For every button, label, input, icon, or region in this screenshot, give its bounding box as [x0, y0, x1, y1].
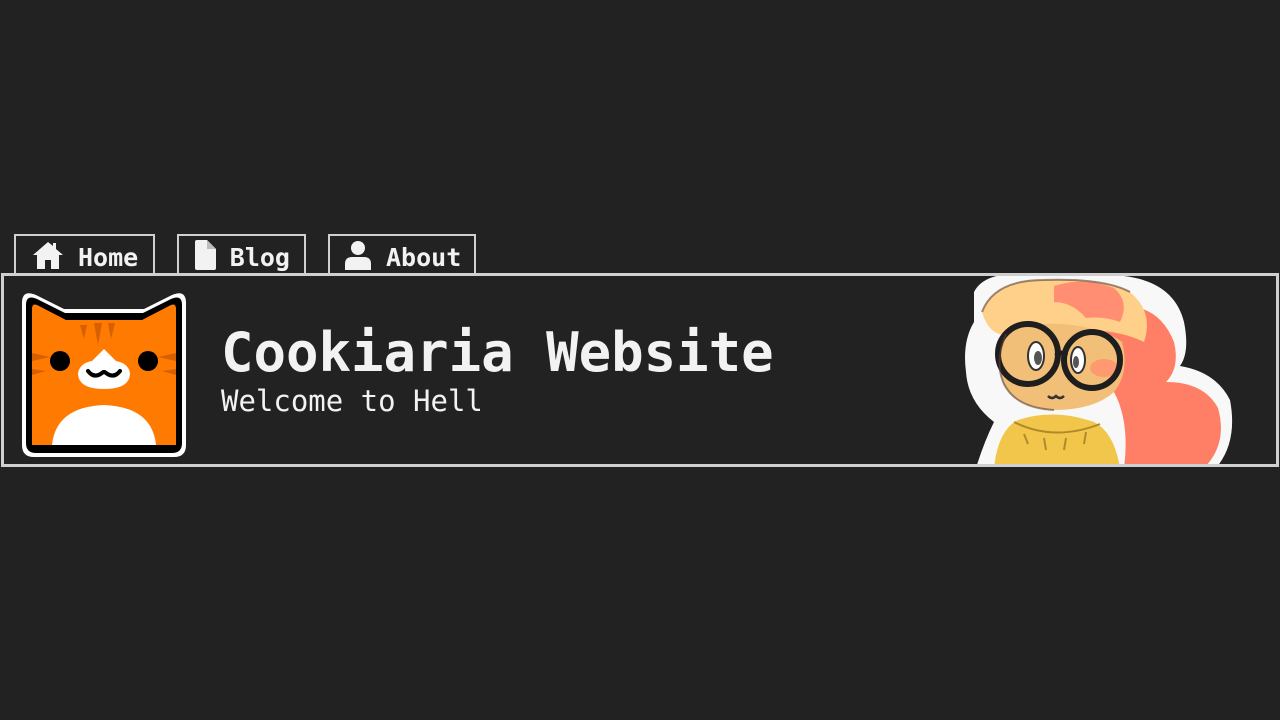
main-nav: Home Blog About [14, 234, 498, 274]
tab-home[interactable]: Home [14, 234, 155, 274]
home-icon [30, 240, 66, 270]
tab-blog-label: Blog [229, 242, 290, 272]
tab-home-label: Home [78, 242, 139, 272]
character-illustration [954, 276, 1244, 464]
site-banner: Cookiaria Website Welcome to Hell [1, 273, 1279, 467]
page: Home Blog About Cookiaria Website Welcom… [0, 0, 1280, 720]
tab-about-label: About [386, 242, 462, 272]
site-subtitle: Welcome to Hell [221, 384, 483, 418]
site-title: Cookiaria Website [221, 321, 774, 384]
tab-about[interactable]: About [328, 234, 476, 274]
tab-blog[interactable]: Blog [177, 234, 306, 274]
orange-cat-icon[interactable] [16, 285, 192, 461]
document-icon [193, 240, 218, 270]
user-icon [344, 240, 372, 270]
